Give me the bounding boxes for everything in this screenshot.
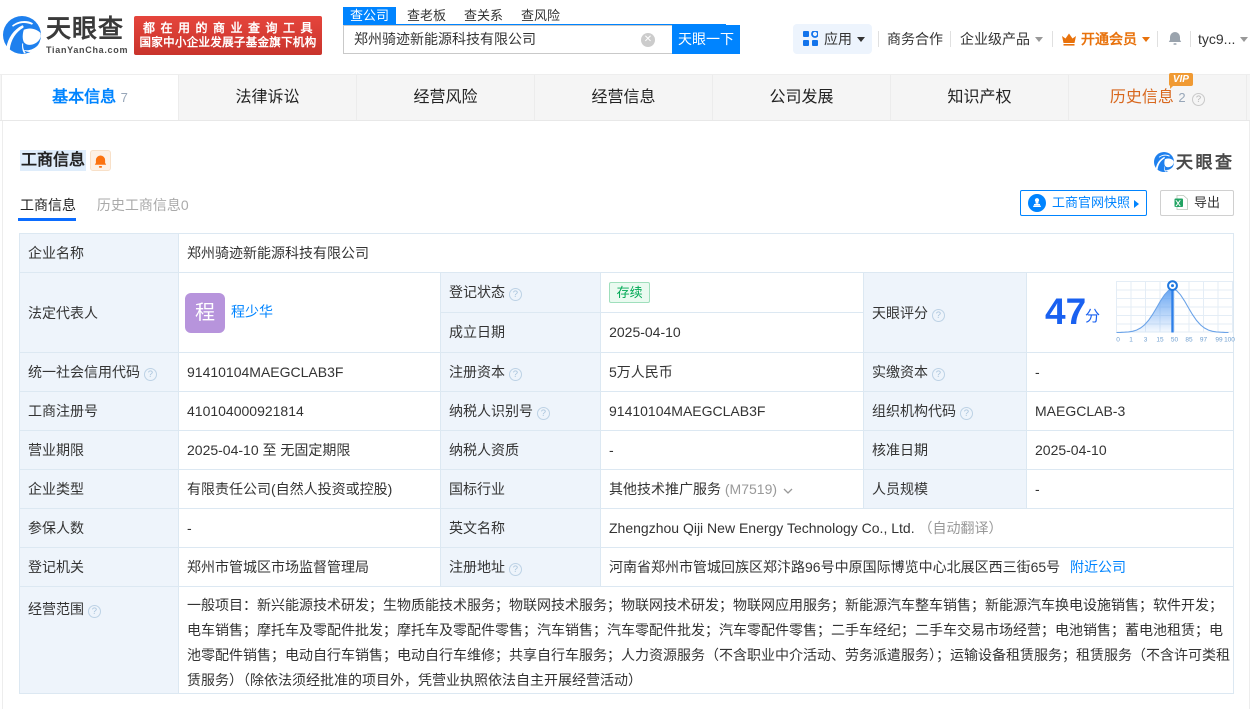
svg-text:100: 100 [1224, 337, 1235, 344]
svg-text:0: 0 [1116, 337, 1120, 344]
svg-text:99: 99 [1215, 337, 1223, 344]
svg-text:85: 85 [1185, 337, 1193, 344]
svg-text:15: 15 [1156, 337, 1164, 344]
svg-text:50: 50 [1171, 337, 1179, 344]
svg-text:3: 3 [1144, 337, 1148, 344]
svg-text:97: 97 [1200, 337, 1208, 344]
svg-text:1: 1 [1129, 337, 1133, 344]
